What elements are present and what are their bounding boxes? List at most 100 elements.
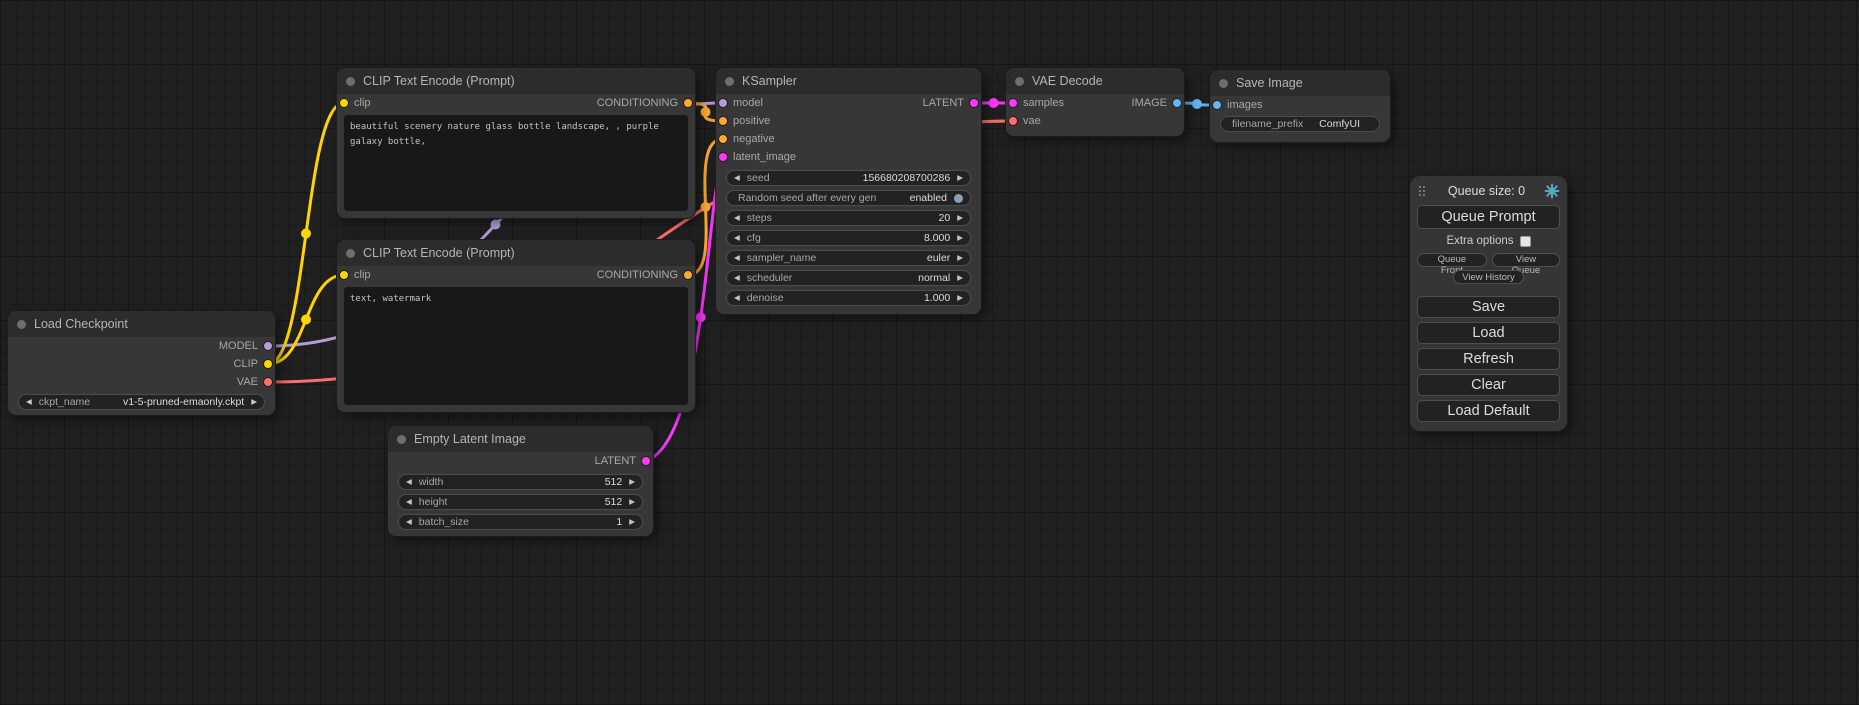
node-vae-decode[interactable]: VAE Decode samples IMAGE vae	[1006, 68, 1184, 136]
drag-handle-icon[interactable]	[1419, 186, 1421, 188]
refresh-button[interactable]: Refresh	[1417, 348, 1560, 370]
extra-options-checkbox[interactable]	[1520, 236, 1531, 247]
increment-arrow-icon[interactable]: ▶	[251, 398, 257, 406]
conditioning-output-dot[interactable]	[683, 270, 693, 280]
widget-value: euler	[927, 252, 950, 264]
increment-arrow-icon[interactable]: ▶	[957, 274, 963, 282]
node-title-bar[interactable]: CLIP Text Encode (Prompt)	[337, 240, 695, 266]
conditioning-output-dot[interactable]	[683, 98, 693, 108]
image-output-dot[interactable]	[1172, 98, 1182, 108]
decrement-arrow-icon[interactable]: ◀	[406, 498, 412, 506]
widget-random-seed-toggle[interactable]: Random seed after every gen enabled	[726, 190, 971, 206]
node-title: CLIP Text Encode (Prompt)	[363, 246, 515, 260]
widget-cfg[interactable]: ◀ cfg 8.000 ▶	[726, 230, 971, 246]
widget-value: 512	[605, 496, 623, 508]
widget-seed[interactable]: ◀ seed 156680208700286 ▶	[726, 170, 971, 186]
view-history-button[interactable]: View History	[1453, 270, 1524, 284]
node-empty-latent-image[interactable]: Empty Latent Image LATENT ◀ width 512 ▶ …	[388, 426, 653, 536]
collapse-dot-icon[interactable]	[346, 249, 355, 258]
save-button[interactable]: Save	[1417, 296, 1560, 318]
queue-front-button[interactable]: Queue Front	[1417, 253, 1487, 267]
collapse-dot-icon[interactable]	[17, 320, 26, 329]
samples-input-dot[interactable]	[1008, 98, 1018, 108]
widget-value: ComfyUI	[1319, 118, 1360, 130]
widget-steps[interactable]: ◀ steps 20 ▶	[726, 210, 971, 226]
node-save-image[interactable]: Save Image images filename_prefix ComfyU…	[1210, 70, 1390, 142]
decrement-arrow-icon[interactable]: ◀	[734, 294, 740, 302]
node-clip-text-encode-negative[interactable]: CLIP Text Encode (Prompt) clip CONDITION…	[337, 240, 695, 412]
increment-arrow-icon[interactable]: ▶	[957, 234, 963, 242]
positive-prompt-textarea[interactable]: beautiful scenery nature glass bottle la…	[344, 115, 688, 211]
slot-row: samples IMAGE	[1006, 94, 1184, 112]
clip-input-dot[interactable]	[339, 270, 349, 280]
decrement-arrow-icon[interactable]: ◀	[734, 234, 740, 242]
widget-filename-prefix[interactable]: filename_prefix ComfyUI	[1220, 116, 1380, 132]
node-title-bar[interactable]: Save Image	[1210, 70, 1390, 96]
slot-label: latent_image	[733, 151, 796, 163]
increment-arrow-icon[interactable]: ▶	[629, 498, 635, 506]
node-title: VAE Decode	[1032, 74, 1103, 88]
latent-image-input-dot[interactable]	[718, 152, 728, 162]
decrement-arrow-icon[interactable]: ◀	[26, 398, 32, 406]
node-title-bar[interactable]: Load Checkpoint	[8, 311, 275, 337]
node-title-bar[interactable]: CLIP Text Encode (Prompt)	[337, 68, 695, 94]
extra-options-row: Extra options	[1417, 232, 1560, 250]
widget-value: v1-5-pruned-emaonly.ckpt	[123, 396, 244, 408]
images-input-dot[interactable]	[1212, 100, 1222, 110]
node-title-bar[interactable]: Empty Latent Image	[388, 426, 653, 452]
clear-button[interactable]: Clear	[1417, 374, 1560, 396]
node-title: Empty Latent Image	[414, 432, 526, 446]
model-output-dot[interactable]	[263, 341, 273, 351]
widget-label: width	[419, 476, 444, 488]
decrement-arrow-icon[interactable]: ◀	[734, 174, 740, 182]
widget-batch-size[interactable]: ◀ batch_size 1 ▶	[398, 514, 643, 530]
vae-input-dot[interactable]	[1008, 116, 1018, 126]
clip-input-dot[interactable]	[339, 98, 349, 108]
decrement-arrow-icon[interactable]: ◀	[734, 254, 740, 262]
increment-arrow-icon[interactable]: ▶	[957, 214, 963, 222]
slot-label: vae	[1023, 115, 1041, 127]
widget-sampler-name[interactable]: ◀ sampler_name euler ▶	[726, 250, 971, 266]
node-load-checkpoint[interactable]: Load Checkpoint MODEL CLIP VAE ◀ ckpt_na…	[8, 311, 275, 415]
increment-arrow-icon[interactable]: ▶	[957, 254, 963, 262]
link-midpoint-dot	[491, 220, 501, 230]
clip-output-dot[interactable]	[263, 359, 273, 369]
queue-prompt-button[interactable]: Queue Prompt	[1417, 205, 1560, 229]
node-title-bar[interactable]: KSampler	[716, 68, 981, 94]
node-title-bar[interactable]: VAE Decode	[1006, 68, 1184, 94]
widget-denoise[interactable]: ◀ denoise 1.000 ▶	[726, 290, 971, 306]
latent-output-dot[interactable]	[641, 456, 651, 466]
node-clip-text-encode-positive[interactable]: CLIP Text Encode (Prompt) clip CONDITION…	[337, 68, 695, 218]
collapse-dot-icon[interactable]	[346, 77, 355, 86]
vae-output-dot[interactable]	[263, 377, 273, 387]
collapse-dot-icon[interactable]	[1219, 79, 1228, 88]
decrement-arrow-icon[interactable]: ◀	[406, 518, 412, 526]
increment-arrow-icon[interactable]: ▶	[957, 294, 963, 302]
positive-input-dot[interactable]	[718, 116, 728, 126]
toggle-indicator-icon[interactable]	[954, 194, 963, 203]
node-graph-canvas[interactable]: Load Checkpoint MODEL CLIP VAE ◀ ckpt_na…	[0, 0, 1859, 705]
decrement-arrow-icon[interactable]: ◀	[734, 274, 740, 282]
widget-height[interactable]: ◀ height 512 ▶	[398, 494, 643, 510]
node-ksampler[interactable]: KSampler model LATENT positive negative	[716, 68, 981, 314]
negative-input-dot[interactable]	[718, 134, 728, 144]
latent-output-dot[interactable]	[969, 98, 979, 108]
decrement-arrow-icon[interactable]: ◀	[406, 478, 412, 486]
collapse-dot-icon[interactable]	[397, 435, 406, 444]
settings-gear-icon[interactable]	[1544, 183, 1560, 199]
increment-arrow-icon[interactable]: ▶	[629, 518, 635, 526]
view-queue-button[interactable]: View Queue	[1492, 253, 1560, 267]
model-input-dot[interactable]	[718, 98, 728, 108]
negative-prompt-textarea[interactable]: text, watermark	[344, 287, 688, 405]
increment-arrow-icon[interactable]: ▶	[629, 478, 635, 486]
load-default-button[interactable]: Load Default	[1417, 400, 1560, 422]
decrement-arrow-icon[interactable]: ◀	[734, 214, 740, 222]
collapse-dot-icon[interactable]	[1015, 77, 1024, 86]
load-button[interactable]: Load	[1417, 322, 1560, 344]
widget-ckpt-name[interactable]: ◀ ckpt_name v1-5-pruned-emaonly.ckpt ▶	[18, 394, 265, 410]
widget-width[interactable]: ◀ width 512 ▶	[398, 474, 643, 490]
link-midpoint-dot	[301, 229, 311, 239]
widget-scheduler[interactable]: ◀ scheduler normal ▶	[726, 270, 971, 286]
collapse-dot-icon[interactable]	[725, 77, 734, 86]
increment-arrow-icon[interactable]: ▶	[957, 174, 963, 182]
